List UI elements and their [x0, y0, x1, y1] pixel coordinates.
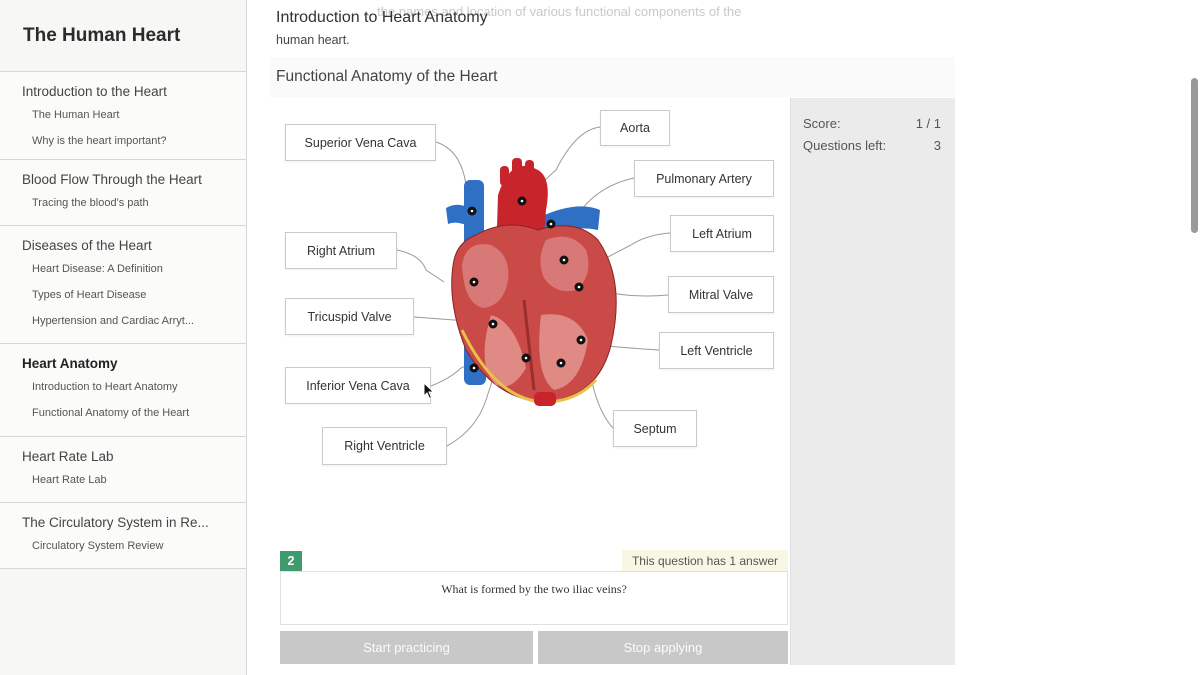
sidebar-section-title-active[interactable]: Heart Anatomy — [0, 354, 246, 374]
sidebar-item-circulatory-review[interactable]: Circulatory System Review — [0, 533, 246, 559]
course-title: The Human Heart — [23, 24, 181, 46]
sidebar-item-heart-disease-definition[interactable]: Heart Disease: A Definition — [0, 256, 246, 282]
questions-left-row: Questions left: 3 — [803, 138, 941, 153]
label-inferior-vena-cava[interactable]: Inferior Vena Cava — [285, 367, 431, 404]
stop-applying-button[interactable]: Stop applying — [538, 631, 788, 664]
questions-left-value: 3 — [933, 138, 941, 153]
label-aorta[interactable]: Aorta — [600, 110, 670, 146]
sidebar-section-title[interactable]: Diseases of the Heart — [0, 236, 246, 256]
heart-diagram: Superior Vena Cava Aorta Pulmonary Arter… — [276, 100, 786, 540]
sidebar-item-tracing-blood[interactable]: Tracing the blood's path — [0, 190, 246, 216]
label-left-atrium[interactable]: Left Atrium — [670, 215, 774, 252]
answer-count-note: This question has 1 answer — [622, 550, 788, 572]
sidebar-item-types-heart-disease[interactable]: Types of Heart Disease — [0, 282, 246, 308]
question-text: What is formed by the two iliac veins? — [441, 582, 627, 596]
sidebar-item-heart-rate-lab[interactable]: Heart Rate Lab — [0, 467, 246, 493]
sidebar: The Human Heart Introduction to the Hear… — [0, 0, 247, 675]
start-practicing-button[interactable]: Start practicing — [280, 631, 533, 664]
sidebar-section-title[interactable]: Heart Rate Lab — [0, 447, 246, 467]
sidebar-section-introduction: Introduction to the Heart The Human Hear… — [0, 72, 246, 160]
sidebar-item-human-heart[interactable]: The Human Heart — [0, 102, 246, 128]
score-panel: Score: 1 / 1 Questions left: 3 — [790, 98, 955, 665]
question-number-badge: 2 — [280, 551, 302, 571]
label-tricuspid-valve[interactable]: Tricuspid Valve — [285, 298, 414, 335]
page-title: Introduction to Heart Anatomy — [276, 9, 488, 26]
sidebar-section-circulatory: The Circulatory System in Re... Circulat… — [0, 503, 246, 569]
questions-left-label: Questions left: — [803, 138, 887, 153]
label-right-ventricle[interactable]: Right Ventricle — [322, 427, 447, 465]
label-pulmonary-artery[interactable]: Pulmonary Artery — [634, 160, 774, 197]
sidebar-item-why-important[interactable]: Why is the heart important? — [0, 128, 246, 154]
label-mitral-valve[interactable]: Mitral Valve — [668, 276, 774, 313]
app-window: The Human Heart Introduction to the Hear… — [0, 0, 1200, 675]
sidebar-section-title[interactable]: Blood Flow Through the Heart — [0, 170, 246, 190]
sidebar-section-blood-flow: Blood Flow Through the Heart Tracing the… — [0, 160, 246, 226]
score-row: Score: 1 / 1 — [803, 116, 941, 131]
sidebar-section-title[interactable]: Introduction to the Heart — [0, 82, 246, 102]
sidebar-section-heart-rate-lab: Heart Rate Lab Heart Rate Lab — [0, 437, 246, 503]
mouse-cursor-icon — [423, 382, 435, 400]
scrollbar-thumb[interactable] — [1191, 78, 1198, 233]
label-superior-vena-cava[interactable]: Superior Vena Cava — [285, 124, 436, 161]
sidebar-item-functional-anatomy[interactable]: Functional Anatomy of the Heart — [0, 400, 246, 426]
question-box: What is formed by the two iliac veins? — [280, 571, 788, 625]
page-subtitle: human heart. — [276, 33, 350, 47]
score-value: 1 / 1 — [915, 116, 941, 131]
scrollbar[interactable] — [1188, 70, 1200, 240]
label-septum[interactable]: Septum — [613, 410, 697, 447]
sidebar-item-intro-anatomy[interactable]: Introduction to Heart Anatomy — [0, 374, 246, 400]
exercise-title: Functional Anatomy of the Heart — [276, 68, 498, 85]
sidebar-header: The Human Heart — [0, 0, 246, 72]
sidebar-section-title[interactable]: The Circulatory System in Re... — [0, 513, 246, 533]
label-left-ventricle[interactable]: Left Ventricle — [659, 332, 774, 369]
sidebar-section-heart-anatomy: Heart Anatomy Introduction to Heart Anat… — [0, 344, 246, 437]
label-right-atrium[interactable]: Right Atrium — [285, 232, 397, 269]
main-content: ... ... ... ... ... ... ... the names an… — [248, 0, 1200, 675]
score-label: Score: — [803, 116, 841, 131]
sidebar-section-diseases: Diseases of the Heart Heart Disease: A D… — [0, 226, 246, 344]
sidebar-item-hypertension[interactable]: Hypertension and Cardiac Arryt... — [0, 308, 246, 334]
exercise-header: Functional Anatomy of the Heart — [270, 57, 955, 97]
